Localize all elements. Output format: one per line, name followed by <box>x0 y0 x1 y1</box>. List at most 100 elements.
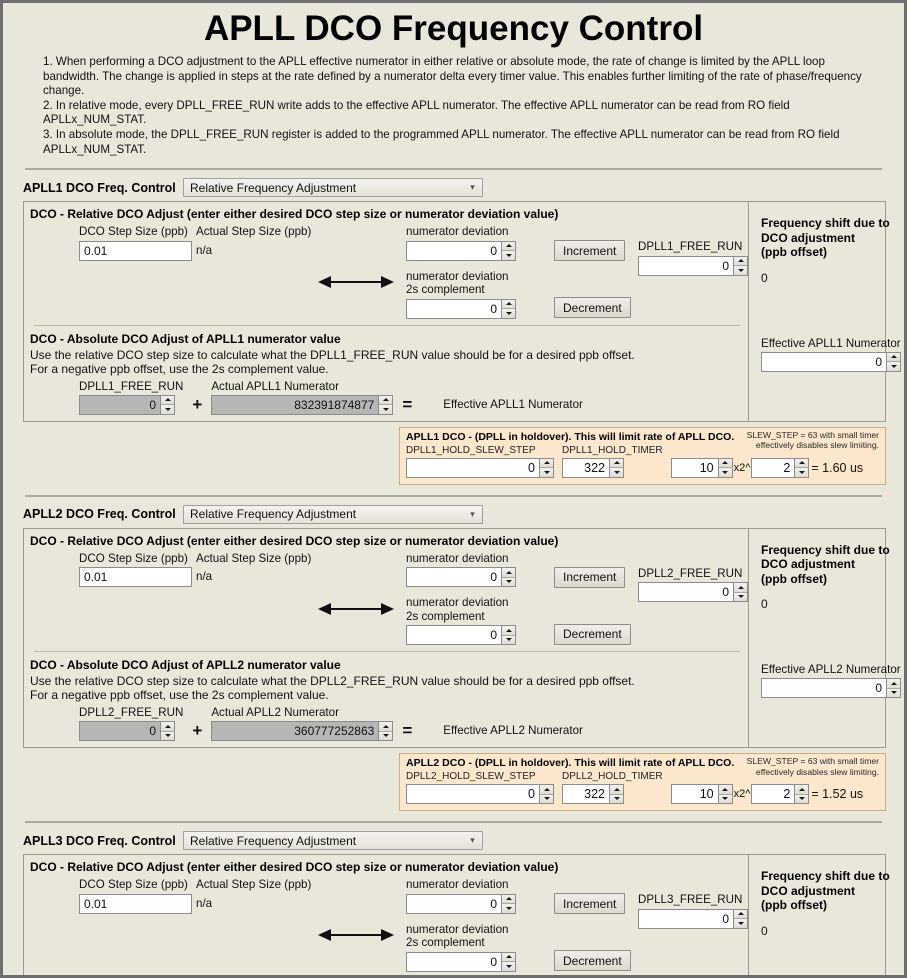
apll3-numdev-2s-spinner[interactable]: 0 <box>406 951 516 972</box>
apll1-numdev-2s-value[interactable]: 0 <box>406 298 501 319</box>
apll1-hold-timer-spinner[interactable]: 322 <box>562 457 624 478</box>
apll1-side-eff-spin-buttons[interactable] <box>886 351 901 372</box>
apll2-step-size-input[interactable]: 0.01 <box>79 567 192 588</box>
apll1-exp-value[interactable]: 2 <box>751 457 795 478</box>
apll3-numdev-2s-spin-buttons[interactable] <box>501 951 516 972</box>
spinner-down-icon[interactable] <box>734 265 747 275</box>
apll2-freerun-value[interactable]: 0 <box>638 582 733 603</box>
spinner-up-icon[interactable] <box>502 568 515 577</box>
spinner-down-icon[interactable] <box>540 467 553 477</box>
apll1-slew-step-spin-buttons[interactable] <box>539 457 554 478</box>
apll1-actual-num-value[interactable]: 832391874877 <box>211 394 379 415</box>
spinner-up-icon[interactable] <box>379 395 393 405</box>
spinner-down-icon[interactable] <box>379 404 393 414</box>
apll2-numdev-spinner[interactable]: 0 <box>406 567 516 588</box>
spinner-up-icon[interactable] <box>379 722 393 731</box>
apll2-decrement-button[interactable]: Decrement <box>554 623 631 645</box>
spinner-up-icon[interactable] <box>161 722 174 731</box>
spinner-down-icon[interactable] <box>502 576 515 587</box>
apll1-exp-spinner[interactable]: 2 <box>751 457 810 478</box>
apll1-exp-spin-buttons[interactable] <box>794 457 810 478</box>
spinner-down-icon[interactable] <box>502 634 515 645</box>
apll2-exp-base-value[interactable]: 10 <box>670 784 718 805</box>
apll1-side-eff-value[interactable]: 0 <box>761 351 886 372</box>
spinner-down-icon[interactable] <box>718 793 732 804</box>
spinner-up-icon[interactable] <box>502 626 515 635</box>
apll1-actual-num-spinner[interactable]: 832391874877 <box>211 394 394 415</box>
apll2-numdev-spin-buttons[interactable] <box>501 567 516 588</box>
spinner-up-icon[interactable] <box>795 458 809 468</box>
spinner-up-icon[interactable] <box>718 785 732 794</box>
apll1-slew-step-value[interactable]: 0 <box>406 457 539 478</box>
apll1-freerun-value[interactable]: 0 <box>638 255 733 276</box>
spinner-down-icon[interactable] <box>161 730 174 741</box>
apll2-hold-timer-spin-buttons[interactable] <box>609 784 624 805</box>
apll3-numdev-spinner[interactable]: 0 <box>406 893 516 914</box>
apll1-step-size-input[interactable]: 0.01 <box>79 240 192 261</box>
apll1-mode-select[interactable]: Relative Frequency Adjustment ▾ <box>183 178 483 198</box>
spinner-up-icon[interactable] <box>610 785 623 794</box>
apll2-slew-step-spinner[interactable]: 0 <box>406 784 554 805</box>
spinner-up-icon[interactable] <box>502 952 515 962</box>
spinner-up-icon[interactable] <box>502 241 515 251</box>
apll2-hold-timer-spinner[interactable]: 322 <box>562 784 624 805</box>
spinner-down-icon[interactable] <box>502 250 515 260</box>
apll1-hold-timer-spin-buttons[interactable] <box>609 457 624 478</box>
apll2-numdev-2s-spin-buttons[interactable] <box>501 625 516 646</box>
spinner-down-icon[interactable] <box>610 467 623 477</box>
spinner-up-icon[interactable] <box>540 458 553 468</box>
spinner-down-icon[interactable] <box>734 591 747 602</box>
apll1-decrement-button[interactable]: Decrement <box>554 297 631 319</box>
apll2-actual-num-value[interactable]: 360777252863 <box>211 721 379 742</box>
apll2-exp-base-spinner[interactable]: 10 <box>670 784 733 805</box>
apll3-freerun-value[interactable]: 0 <box>638 908 733 929</box>
apll1-exp-base-spinner[interactable]: 10 <box>670 457 733 478</box>
apll2-slew-step-spin-buttons[interactable] <box>539 784 554 805</box>
spinner-down-icon[interactable] <box>379 730 393 741</box>
spinner-down-icon[interactable] <box>887 687 900 698</box>
apll1-numdev-2s-spin-buttons[interactable] <box>501 298 516 319</box>
apll1-abs-freerun-spin-buttons[interactable] <box>160 394 175 415</box>
spinner-up-icon[interactable] <box>734 909 747 919</box>
apll3-numdev-spin-buttons[interactable] <box>501 893 516 914</box>
spinner-down-icon[interactable] <box>795 793 809 804</box>
apll1-hold-timer-value[interactable]: 322 <box>562 457 609 478</box>
apll2-numdev-2s-spinner[interactable]: 0 <box>406 625 516 646</box>
spinner-up-icon[interactable] <box>734 583 747 592</box>
apll1-exp-base-spin-buttons[interactable] <box>717 457 733 478</box>
spinner-up-icon[interactable] <box>161 395 174 405</box>
spinner-up-icon[interactable] <box>887 679 900 688</box>
apll2-mode-select[interactable]: Relative Frequency Adjustment ▾ <box>183 504 483 524</box>
apll2-actual-num-spin-buttons[interactable] <box>378 721 394 742</box>
apll1-numdev-value[interactable]: 0 <box>406 240 501 261</box>
apll2-abs-freerun-spin-buttons[interactable] <box>160 721 175 742</box>
apll1-side-eff-spinner[interactable]: 0 <box>761 351 901 372</box>
apll2-exp-value[interactable]: 2 <box>751 784 795 805</box>
spinner-down-icon[interactable] <box>161 404 174 414</box>
apll1-numdev-2s-spinner[interactable]: 0 <box>406 298 516 319</box>
apll3-decrement-button[interactable]: Decrement <box>554 950 631 972</box>
spinner-down-icon[interactable] <box>795 467 809 477</box>
spinner-up-icon[interactable] <box>540 785 553 794</box>
apll3-increment-button[interactable]: Increment <box>554 893 626 915</box>
apll3-numdev-2s-value[interactable]: 0 <box>406 951 501 972</box>
apll3-numdev-value[interactable]: 0 <box>406 893 501 914</box>
spinner-up-icon[interactable] <box>887 352 900 362</box>
spinner-down-icon[interactable] <box>887 361 900 371</box>
apll1-slew-step-spinner[interactable]: 0 <box>406 457 554 478</box>
apll1-freerun-spin-buttons[interactable] <box>733 255 748 276</box>
spinner-down-icon[interactable] <box>540 793 553 804</box>
spinner-up-icon[interactable] <box>795 785 809 794</box>
spinner-down-icon[interactable] <box>502 903 515 913</box>
apll2-side-eff-spinner[interactable]: 0 <box>761 678 901 699</box>
apll2-slew-step-value[interactable]: 0 <box>406 784 539 805</box>
apll2-numdev-value[interactable]: 0 <box>406 567 501 588</box>
spinner-down-icon[interactable] <box>610 793 623 804</box>
spinner-up-icon[interactable] <box>610 458 623 468</box>
apll2-exp-base-spin-buttons[interactable] <box>717 784 733 805</box>
apll2-abs-freerun-value[interactable]: 0 <box>79 721 160 742</box>
apll2-side-eff-value[interactable]: 0 <box>761 678 886 699</box>
apll3-step-size-input[interactable]: 0.01 <box>79 893 192 914</box>
apll3-freerun-spinner[interactable]: 0 <box>638 908 748 929</box>
apll2-increment-button[interactable]: Increment <box>554 566 626 588</box>
